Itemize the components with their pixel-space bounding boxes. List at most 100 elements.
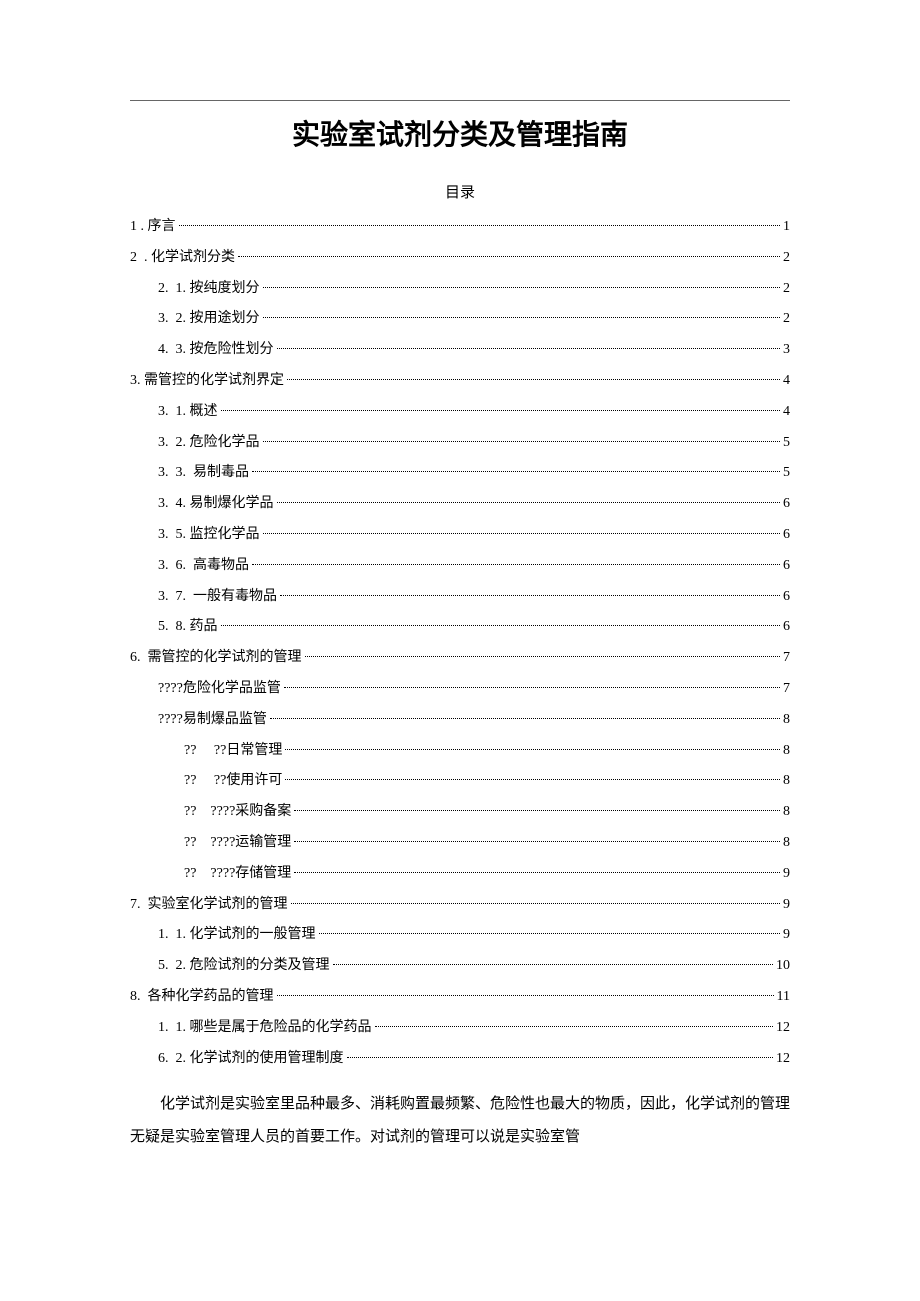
toc-dots: [305, 656, 781, 657]
toc-page: 12: [776, 1044, 790, 1075]
toc-page: 7: [783, 643, 790, 674]
toc-page: 6: [783, 612, 790, 643]
toc-dots: [263, 317, 781, 318]
toc-label: ?? ??使用许可: [184, 766, 282, 797]
toc-dots: [221, 410, 781, 411]
toc-page: 9: [783, 920, 790, 951]
toc-entry: 2. 1. 按纯度划分2: [130, 274, 790, 305]
toc-dots: [280, 595, 780, 596]
toc-entry: 3. 5. 监控化学品 6: [130, 520, 790, 551]
toc-page: 2: [783, 243, 790, 274]
toc-entry: 3. 6. 高毒物品 6: [130, 551, 790, 582]
toc-page: 12: [776, 1013, 790, 1044]
toc-label: 5. 8. 药品: [158, 612, 218, 643]
toc-label: ????易制爆品监管: [158, 705, 267, 736]
toc-label: 3. 6. 高毒物品: [158, 551, 249, 582]
toc-dots: [252, 471, 780, 472]
toc-page: 5: [783, 428, 790, 459]
toc-dots: [277, 502, 781, 503]
toc-dots: [375, 1026, 774, 1027]
toc-entry: 5. 2. 危险试剂的分类及管理 10: [130, 951, 790, 982]
toc-dots: [285, 749, 780, 750]
toc-label: 3. 需管控的化学试剂界定: [130, 366, 284, 397]
toc-page: 8: [783, 766, 790, 797]
toc-dots: [277, 348, 781, 349]
toc-dots: [238, 256, 780, 257]
toc-dots: [263, 441, 781, 442]
toc-page: 10: [776, 951, 790, 982]
toc-label: ?? ????存储管理: [184, 859, 291, 890]
toc-label: 3. 2. 按用途划分: [158, 304, 260, 335]
toc-entry: 4. 3. 按危险性划分3: [130, 335, 790, 366]
toc-dots: [179, 225, 781, 226]
toc-label: 4. 3. 按危险性划分: [158, 335, 274, 366]
toc-entry: 7. 实验室化学试剂的管理 9: [130, 890, 790, 921]
toc-entry: 1 . 序言 1: [130, 212, 790, 243]
toc-label: 6. 2. 化学试剂的使用管理制度: [158, 1044, 344, 1075]
toc-dots: [291, 903, 781, 904]
toc-entry: 3. 需管控的化学试剂界定 4: [130, 366, 790, 397]
toc-page: 2: [783, 274, 790, 305]
toc-entry: 3. 7. 一般有毒物品 6: [130, 582, 790, 613]
toc-page: 8: [783, 828, 790, 859]
toc-entry: 1. 1. 哪些是属于危险品的化学药品 12: [130, 1013, 790, 1044]
toc-page: 6: [783, 520, 790, 551]
toc-dots: [277, 995, 774, 996]
toc-dots: [284, 687, 780, 688]
toc-entry: 3. 2. 按用途划分2: [130, 304, 790, 335]
top-divider: [130, 100, 790, 101]
toc-entry: ?? ????运输管理 8: [130, 828, 790, 859]
toc-dots: [333, 964, 774, 965]
toc-label: 7. 实验室化学试剂的管理: [130, 890, 288, 921]
document-title: 实验室试剂分类及管理指南: [130, 113, 790, 153]
toc-dots: [294, 841, 780, 842]
toc-page: 8: [783, 705, 790, 736]
toc-label: ?? ????运输管理: [184, 828, 291, 859]
toc-entry: ?? ????采购备案 8: [130, 797, 790, 828]
toc-dots: [294, 810, 780, 811]
toc-entry: 5. 8. 药品 6: [130, 612, 790, 643]
toc-entry: 3. 3. 易制毒品5: [130, 458, 790, 489]
body-paragraph-1: 化学试剂是实验室里品种最多、消耗购置最频繁、危险性也最大的物质，因此，化学试剂的…: [130, 1088, 790, 1154]
toc-label: ????危险化学品监管: [158, 674, 281, 705]
toc-dots: [347, 1057, 774, 1058]
toc-page: 11: [777, 982, 790, 1013]
toc-label: 3. 7. 一般有毒物品: [158, 582, 277, 613]
toc-entry: 6. 需管控的化学试剂的管理7: [130, 643, 790, 674]
toc-dots: [263, 533, 781, 534]
toc-label: 1. 1. 哪些是属于危险品的化学药品: [158, 1013, 372, 1044]
toc-label: 8. 各种化学药品的管理: [130, 982, 274, 1013]
toc-entry: 3. 4. 易制爆化学品6: [130, 489, 790, 520]
toc-entry: 1. 1. 化学试剂的一般管理 9: [130, 920, 790, 951]
toc-entry: ????易制爆品监管 8: [130, 705, 790, 736]
toc-label: 5. 2. 危险试剂的分类及管理: [158, 951, 330, 982]
toc-page: 6: [783, 551, 790, 582]
body-text: 化学试剂是实验室里品种最多、消耗购置最频繁、危险性也最大的物质，因此，化学试剂的…: [130, 1088, 790, 1154]
toc-label: 3. 1. 概述: [158, 397, 218, 428]
toc-dots: [252, 564, 780, 565]
toc-label: ?? ????采购备案: [184, 797, 291, 828]
toc-entry: 2 . 化学试剂分类2: [130, 243, 790, 274]
toc-entry: 8. 各种化学药品的管理 11: [130, 982, 790, 1013]
toc-heading: 目录: [130, 181, 790, 202]
toc-entry: 3. 1. 概述 4: [130, 397, 790, 428]
toc-page: 4: [783, 366, 790, 397]
toc-label: 3. 4. 易制爆化学品: [158, 489, 274, 520]
toc-entry: ?? ??使用许可 8: [130, 766, 790, 797]
toc-page: 9: [783, 890, 790, 921]
toc-dots: [319, 933, 781, 934]
toc-page: 6: [783, 582, 790, 613]
toc-entry: ????危险化学品监管 7: [130, 674, 790, 705]
toc-page: 8: [783, 797, 790, 828]
toc-page: 4: [783, 397, 790, 428]
toc-label: 3. 2. 危险化学品: [158, 428, 260, 459]
toc-label: 1 . 序言: [130, 212, 176, 243]
toc-label: 1. 1. 化学试剂的一般管理: [158, 920, 316, 951]
toc-page: 7: [783, 674, 790, 705]
toc-dots: [285, 779, 780, 780]
toc-page: 1: [783, 212, 790, 243]
toc-label: 3. 3. 易制毒品: [158, 458, 249, 489]
toc-dots: [263, 287, 781, 288]
toc-label: 3. 5. 监控化学品: [158, 520, 260, 551]
toc-page: 9: [783, 859, 790, 890]
